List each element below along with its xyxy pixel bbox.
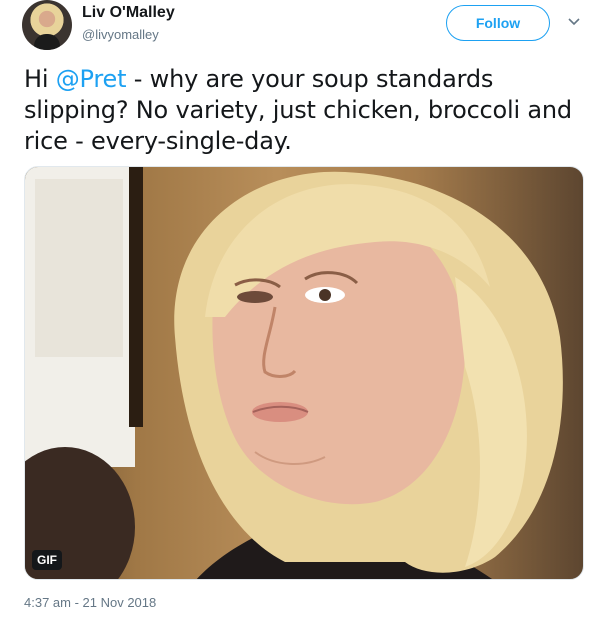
timestamp[interactable]: 4:37 am - 21 Nov 2018 <box>24 595 156 610</box>
follow-button[interactable]: Follow <box>446 5 550 41</box>
user-name[interactable]: Liv O'Malley <box>82 4 175 22</box>
tweet-media-gif[interactable] <box>24 166 584 580</box>
mention-link[interactable]: @Pret <box>56 65 127 93</box>
user-handle[interactable]: @livyomalley <box>82 27 159 42</box>
tweet-prefix: Hi <box>24 65 56 93</box>
chevron-down-icon[interactable] <box>566 14 582 30</box>
gif-badge: GIF <box>32 550 62 570</box>
tweet-text: Hi @Pret - why are your soup standards s… <box>24 64 584 157</box>
avatar[interactable] <box>22 0 72 50</box>
